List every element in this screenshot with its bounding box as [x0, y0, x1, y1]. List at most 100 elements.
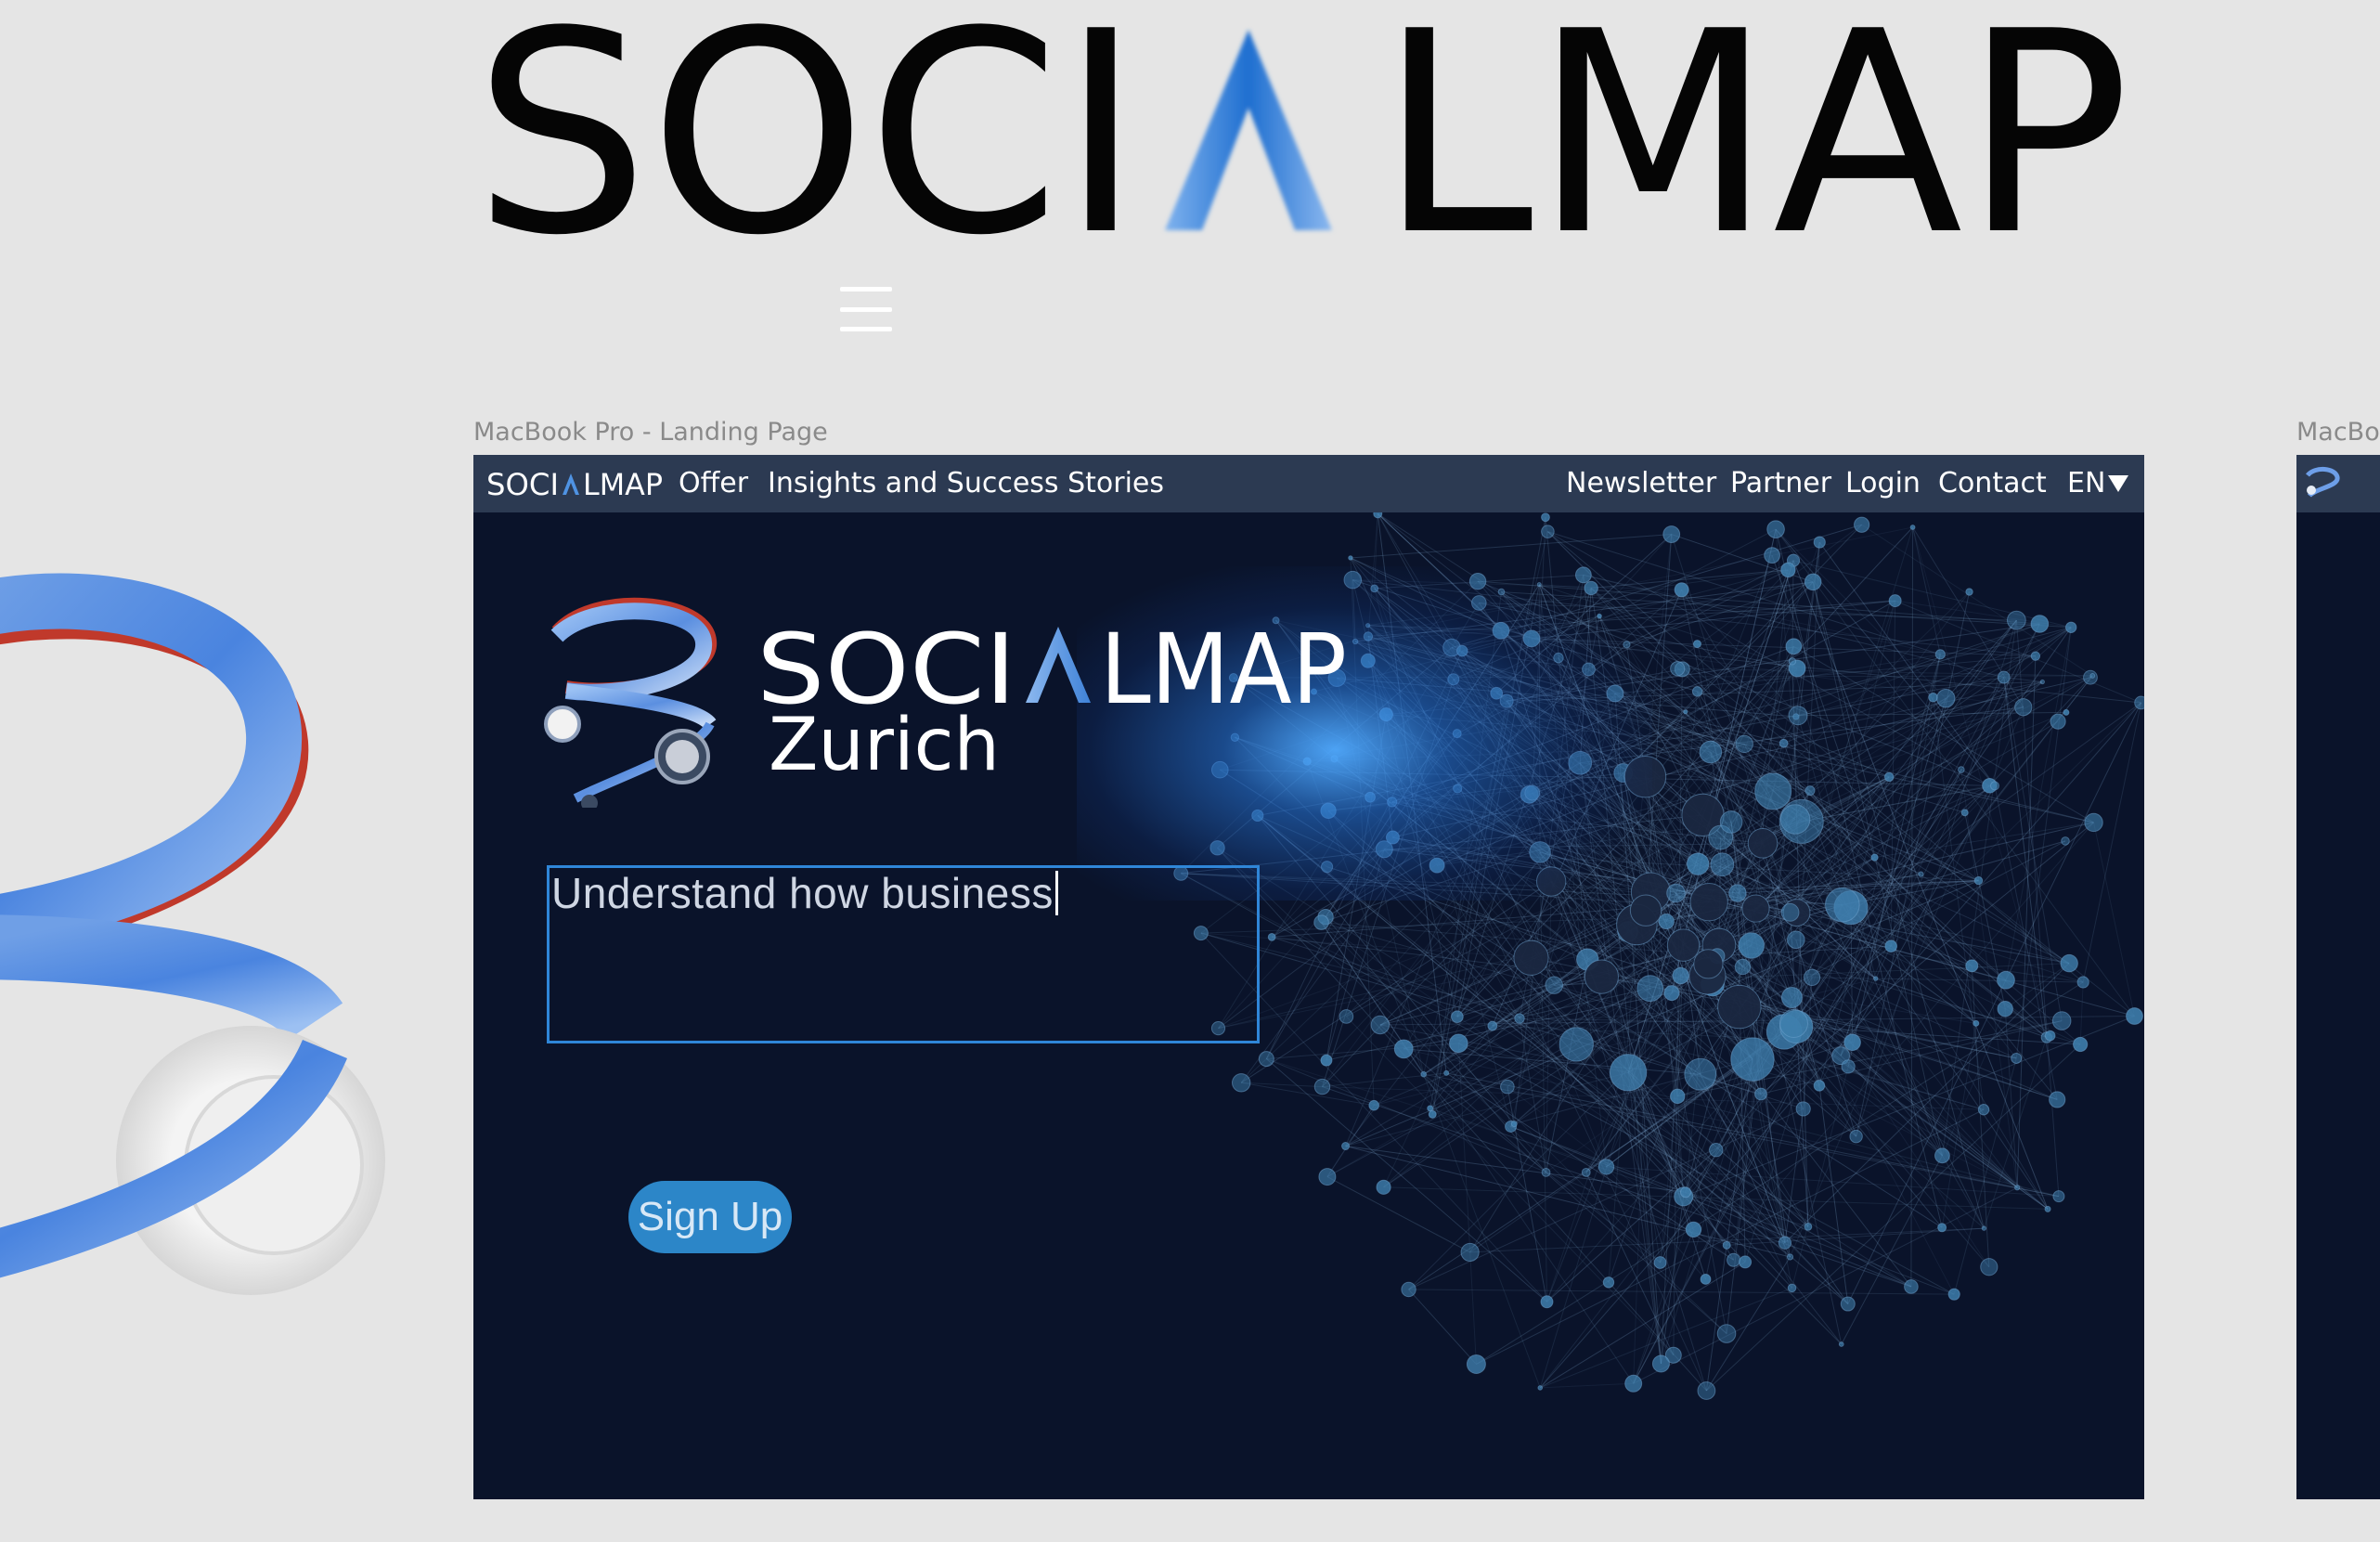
nav-link-contact[interactable]: Contact	[1938, 467, 2047, 499]
network-edge	[2093, 822, 2135, 1017]
nav-logo-text-2: LMAP	[583, 468, 663, 499]
network-node	[1597, 1159, 1615, 1175]
network-node	[1779, 1008, 1808, 1038]
tagline-text-box[interactable]: Understand how business	[547, 865, 1260, 1043]
network-edge	[1429, 1108, 1684, 1198]
network-node	[1662, 525, 1681, 543]
network-node	[1804, 573, 1822, 591]
ribbon-logo-icon	[2306, 467, 2340, 498]
network-node	[1666, 928, 1701, 962]
network-node	[1779, 738, 1789, 748]
frame-label-secondary: MacBo	[2296, 418, 2380, 447]
network-node	[1514, 1013, 1525, 1024]
network-node	[2039, 679, 2045, 685]
network-edge	[1539, 851, 1547, 1302]
network-node	[1973, 1019, 1980, 1027]
network-node	[1825, 887, 1860, 923]
network-node	[1958, 766, 1965, 773]
network-node	[1997, 970, 2015, 990]
network-edge	[2004, 1008, 2018, 1188]
network-node	[2083, 669, 2098, 685]
network-edge	[1945, 627, 2072, 699]
hamburger-bar	[840, 327, 892, 331]
network-edge	[1540, 1382, 1634, 1389]
network-node	[1545, 976, 1563, 994]
network-node	[1373, 512, 1383, 519]
language-label: EN	[2067, 467, 2106, 499]
network-node	[1738, 932, 1765, 959]
network-node	[1666, 883, 1686, 903]
network-node	[1838, 1341, 1844, 1347]
network-node	[1928, 692, 1938, 703]
network-node	[1700, 1274, 1712, 1285]
network-node	[1803, 968, 1821, 986]
network-node	[1973, 875, 1984, 886]
nav-link-insights[interactable]: Insights and Success Stories	[768, 467, 1164, 499]
network-node	[1624, 1374, 1643, 1393]
network-node	[1541, 525, 1555, 538]
network-node	[1734, 958, 1752, 976]
network-node	[1870, 853, 1879, 862]
network-node	[1460, 1242, 1480, 1263]
network-node	[2030, 615, 2050, 633]
network-node	[1786, 1253, 1794, 1261]
network-node	[1443, 1069, 1450, 1076]
network-node	[1684, 1057, 1717, 1091]
nav-logo[interactable]: SOCI LMAP	[486, 468, 665, 499]
network-edge	[1842, 904, 2084, 983]
network-node	[1717, 984, 1762, 1030]
network-node	[1584, 959, 1619, 994]
network-node	[1691, 686, 1703, 697]
network-node	[1965, 959, 1979, 973]
network-node	[1320, 1054, 1333, 1067]
hero-wordmark-text-2: LMAP	[1100, 617, 1347, 710]
network-node	[1884, 939, 1898, 952]
network-node	[1258, 1051, 1274, 1068]
canvas-logo: SOCI LMAP	[473, 19, 2144, 241]
text-caret	[1054, 871, 1058, 915]
network-node	[1804, 1222, 1813, 1231]
nav-link-offer[interactable]: Offer	[679, 467, 748, 499]
network-node	[1685, 1221, 1702, 1238]
network-node	[1401, 1281, 1416, 1298]
network-node	[1699, 740, 1723, 764]
network-node	[2060, 953, 2078, 973]
network-node	[1904, 1279, 1919, 1294]
hamburger-bar	[840, 287, 892, 292]
language-selector[interactable]: EN	[2067, 467, 2129, 499]
canvas-logo-text-1: SOCI	[473, 19, 1142, 241]
nav-link-newsletter[interactable]: Newsletter	[1566, 467, 1716, 499]
frame-label: MacBook Pro - Landing Page	[473, 418, 828, 447]
network-node	[1883, 771, 1895, 783]
canvas-logo-text-2: LMAP	[1378, 19, 2130, 241]
network-edge	[1912, 526, 1941, 654]
network-node	[2084, 812, 2103, 833]
sign-up-button[interactable]: Sign Up	[628, 1181, 792, 1253]
nav-link-partner[interactable]: Partner	[1730, 467, 1831, 499]
network-node	[1934, 649, 1946, 660]
network-node	[1780, 987, 1803, 1009]
network-node	[1795, 1101, 1811, 1117]
network-node	[2051, 1011, 2072, 1030]
network-edge	[1841, 1155, 1943, 1345]
network-node	[1510, 1121, 1518, 1128]
network-node	[1231, 1073, 1251, 1093]
network-node	[1888, 594, 1902, 608]
network-node	[1918, 871, 1924, 877]
network-node	[1980, 1258, 1998, 1276]
network-node	[1735, 734, 1753, 754]
network-node	[1449, 1033, 1468, 1054]
network-edge	[2004, 963, 2070, 1010]
network-edge	[2082, 702, 2142, 983]
hamburger-icon[interactable]	[840, 283, 892, 335]
nav-link-login[interactable]: Login	[1845, 467, 1921, 499]
network-node	[1728, 884, 1747, 902]
network-node	[2076, 976, 2089, 989]
network-edge	[1705, 1256, 1791, 1392]
network-node	[1537, 1385, 1544, 1391]
landing-page-artboard: SOCI LMAP Offer Insights and Success Sto…	[473, 455, 2144, 1499]
network-node	[1663, 985, 1680, 1002]
network-node	[1376, 1179, 1391, 1195]
network-node	[1341, 1142, 1351, 1151]
network-node	[1947, 1288, 1960, 1301]
